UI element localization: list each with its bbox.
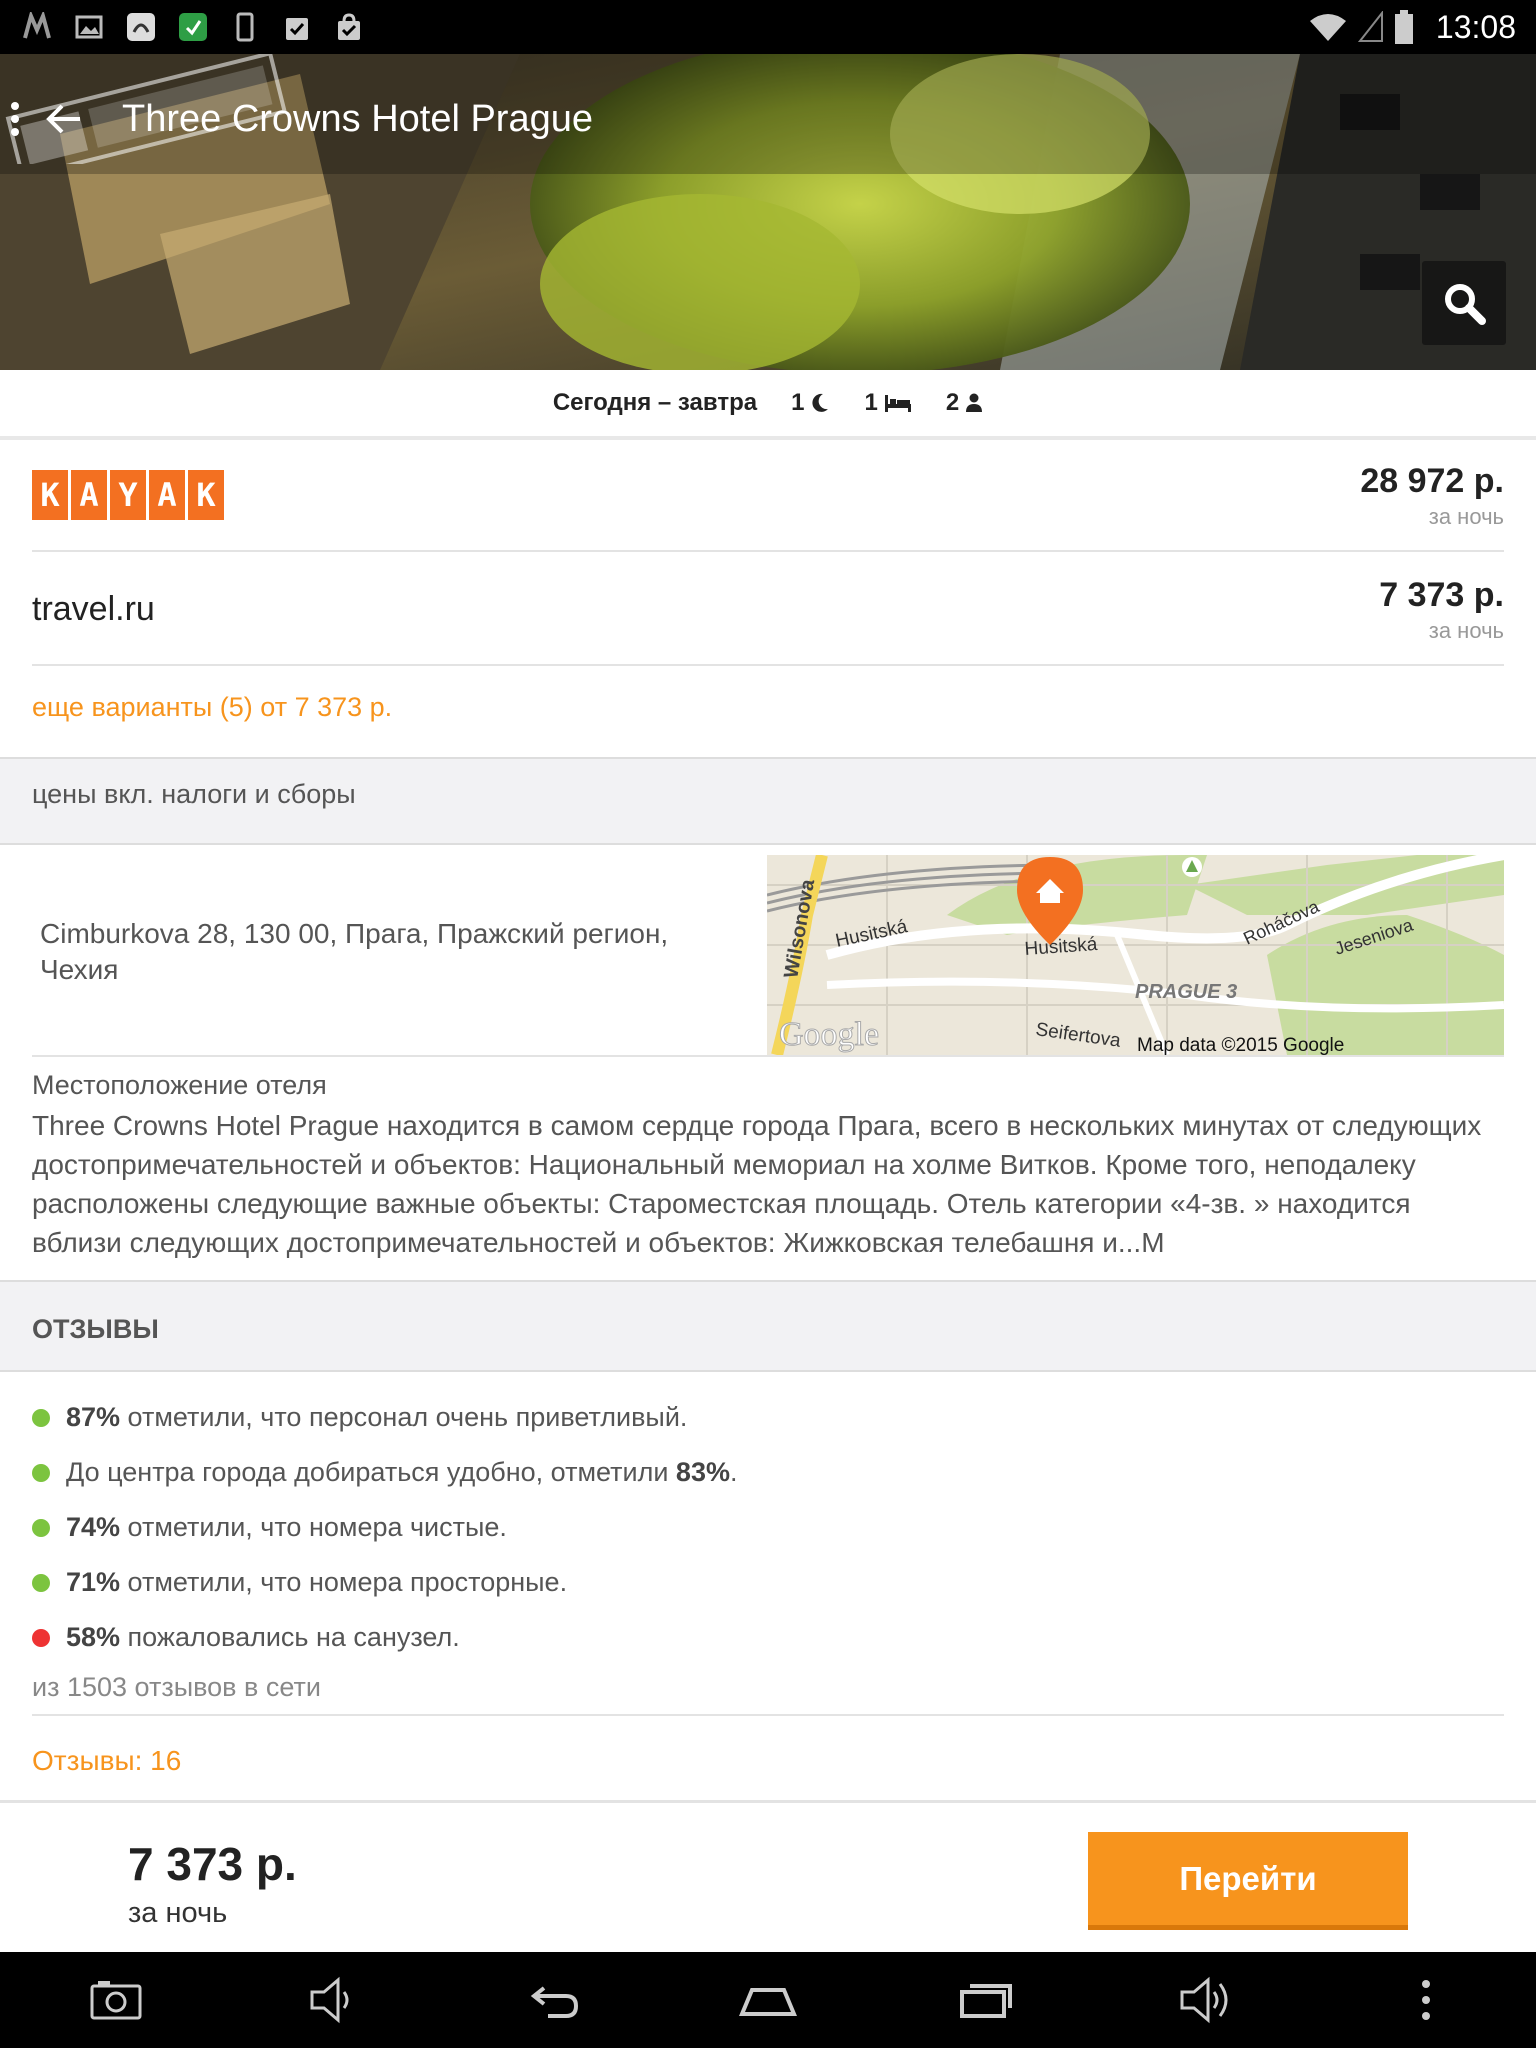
person-icon [966,393,983,412]
review-percent: 71% [66,1567,121,1597]
wifi-icon [1310,14,1346,41]
review-text: отметили, что персонал очень приветливый… [120,1402,688,1432]
bed-icon [884,395,911,412]
battery-icon [1395,10,1413,44]
clipboard-check-icon [286,18,308,40]
positive-dot-icon [32,1408,50,1427]
guests-value: 2 [945,389,960,416]
provider-row-travel-ru[interactable]: travel.ru 7 373 р. за ночь [32,554,1504,666]
volume-up-icon[interactable] [1176,1970,1236,2030]
gallery-icon [75,15,103,39]
reviews-heading: ОТЗЫВЫ [32,1314,159,1344]
review-item: 87% отметили, что персонал очень приветл… [32,1390,1504,1445]
booking-footer: 7 373 р. за ночь Перейти [0,1800,1536,1952]
rooms-count: 1 [864,389,911,417]
phone-icon [236,12,254,42]
reviews-count-link[interactable]: Отзывы: 16 [32,1745,181,1777]
status-bar: 13:08 [0,0,1536,54]
review-text: До центра города добираться удобно, отме… [66,1457,676,1487]
divider [32,1714,1504,1716]
location-title: Местоположение отеля [32,1070,327,1100]
more-options-link[interactable]: еще варианты (5) от 7 373 р. [32,692,392,723]
clock: 13:08 [1435,9,1516,45]
moon-icon [812,393,829,412]
positive-dot-icon [32,1463,50,1482]
review-text: отметили, что номера просторные. [120,1567,568,1597]
location-map[interactable]: Wilsonova Husitská Husitská Roháčova Jes… [767,855,1504,1055]
positive-dot-icon [32,1573,50,1592]
map-image: Wilsonova Husitská Husitská Roháčova Jes… [767,855,1504,1055]
divider [32,1055,1504,1057]
kayak-logo-letter: K [32,470,68,520]
kayak-logo-letter: A [71,470,107,520]
system-navigation-bar [0,1952,1536,2048]
hotel-address: Cimburkova 28, 130 00, Прага, Пражский р… [40,918,669,985]
shopping-bag-icon [338,13,360,40]
provider-name: travel.ru [32,590,155,628]
review-percent: 83% [675,1457,730,1487]
review-text: . [729,1457,738,1487]
taxes-note-bar: цены вкл. налоги и сборы [0,757,1536,845]
guests-count: 2 [946,389,983,417]
reviews-section-header: ОТЗЫВЫ [0,1280,1536,1372]
menu-dots-icon[interactable] [1396,1970,1456,2030]
signal-icon [1358,11,1383,42]
back-icon[interactable] [522,1970,582,2030]
nights-count: 1 [791,389,830,417]
provider-per-night: за ночь [1428,504,1504,529]
taxes-note: цены вкл. налоги и сборы [32,779,356,809]
review-item: До центра города добираться удобно, отме… [32,1445,1504,1500]
map-label: PRAGUE 3 [1135,981,1237,1003]
review-percent: 74% [66,1512,121,1542]
reviews-source-note: из 1503 отзывов в сети [32,1672,321,1702]
shield-app-icon [179,13,207,41]
footer-per-night: за ночь [128,1897,228,1929]
app-notification-icon [127,13,155,41]
back-arrow-icon[interactable] [40,94,90,144]
kayak-logo-letter: A [149,470,185,520]
footer-price: 7 373 р. [128,1838,297,1890]
hotel-hero-image: Three Crowns Hotel Prague [0,54,1536,370]
review-item: 74% отметили, что номера чистые. [32,1500,1504,1555]
volume-down-icon[interactable] [304,1970,364,2030]
review-percent: 87% [66,1402,121,1432]
negative-dot-icon [32,1628,50,1647]
map-attribution: Map data ©2015 Google [1137,1035,1344,1055]
kayak-logo-letter: K [188,470,224,520]
kayak-logo-letter: Y [110,470,146,520]
screenshot-icon[interactable] [86,1970,146,2030]
review-item: 58% пожаловались на санузел. [32,1610,1504,1665]
review-item: 71% отметили, что номера просторные. [32,1555,1504,1610]
review-text: отметили, что номера чистые. [120,1512,507,1542]
go-button[interactable]: Перейти [1088,1832,1408,1930]
stay-summary[interactable]: Сегодня – завтра 1 1 2 [0,370,1536,440]
kayak-logo: K A Y A K [32,470,224,520]
home-icon[interactable] [738,1970,798,2030]
google-logo: Google [779,1016,879,1053]
provider-row-kayak[interactable]: K A Y A K 28 972 р. за ночь [32,440,1504,552]
hotel-title: Three Crowns Hotel Prague [122,98,593,140]
provider-per-night: за ночь [1428,618,1504,643]
photo-zoom-button[interactable] [1422,261,1506,345]
search-icon [1445,284,1486,325]
provider-price: 28 972 р. [1360,462,1504,500]
rooms-value: 1 [864,389,878,416]
stay-dates: Сегодня – завтра [552,389,758,416]
nights-value: 1 [791,389,805,416]
review-summary-list: 87% отметили, что персонал очень приветл… [32,1390,1504,1665]
review-percent: 58% [66,1622,121,1652]
recent-apps-icon[interactable] [958,1970,1018,2030]
review-text: пожаловались на санузел. [120,1622,460,1652]
positive-dot-icon [32,1518,50,1537]
overflow-menu-icon[interactable] [0,94,30,144]
m-notification-icon [23,12,51,39]
provider-price: 7 373 р. [1379,576,1504,614]
location-description[interactable]: Three Crowns Hotel Prague находится в са… [32,1106,1504,1262]
